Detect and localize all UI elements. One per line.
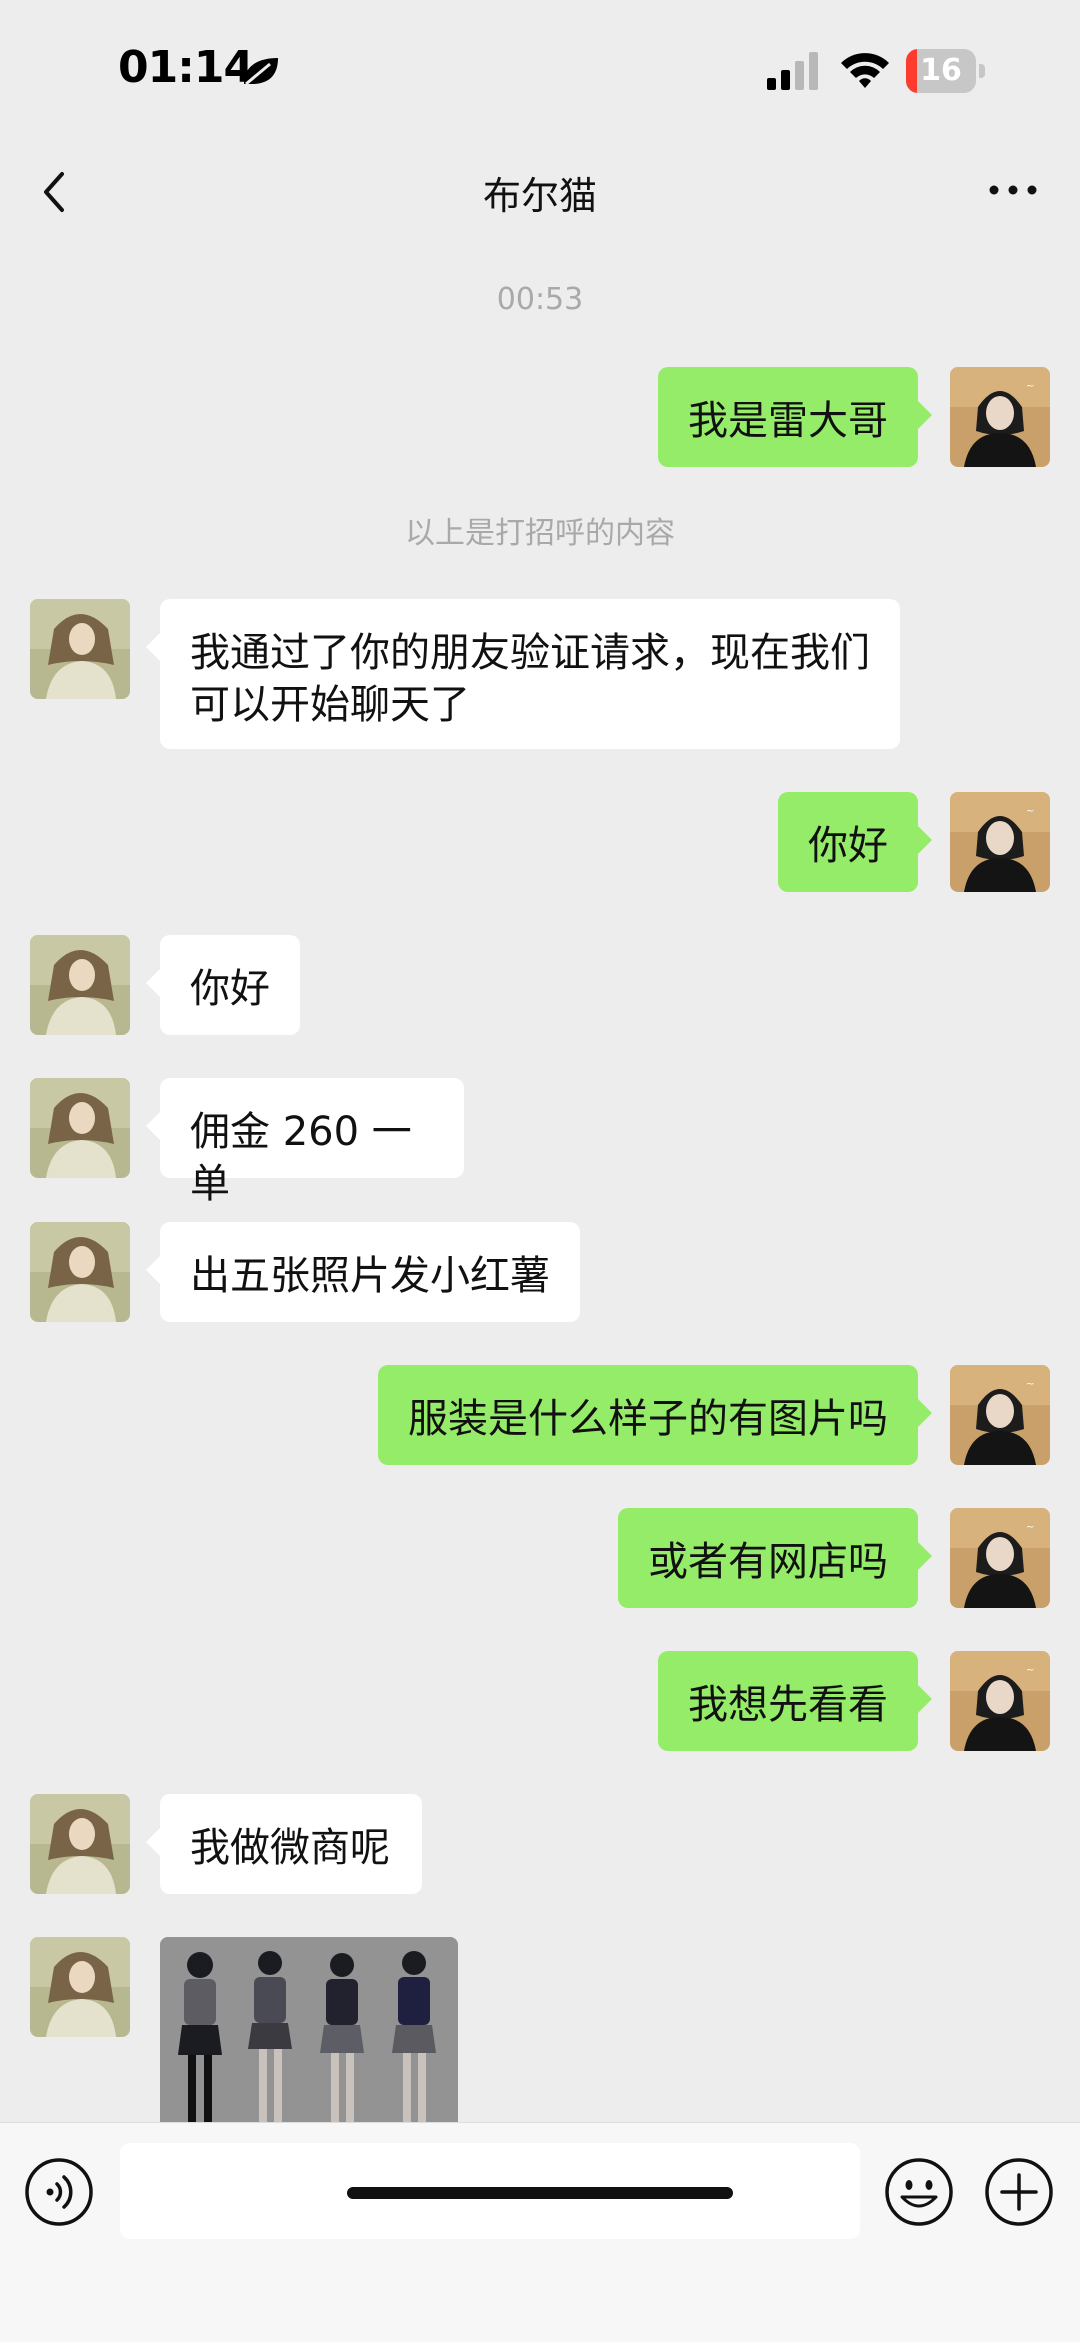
outgoing-message-bubble[interactable]: 服装是什么样子的有图片吗 xyxy=(378,1365,932,1465)
message-input-bar xyxy=(0,2122,1080,2342)
incoming-message-bubble[interactable]: 出五张照片发小红薯 xyxy=(146,1222,580,1322)
voice-input-icon[interactable] xyxy=(24,2157,94,2227)
contact-avatar[interactable] xyxy=(30,1794,130,1894)
contact-avatar[interactable] xyxy=(30,935,130,1035)
emoji-icon[interactable] xyxy=(884,2157,954,2227)
svg-text:~: ~ xyxy=(1026,1522,1034,1533)
plus-more-icon[interactable] xyxy=(984,2157,1054,2227)
incoming-message-bubble[interactable]: 你好 xyxy=(146,935,300,1035)
clothing-photo-message[interactable] xyxy=(160,1937,458,2122)
svg-text:~: ~ xyxy=(1026,381,1034,392)
my-avatar[interactable]: ~ xyxy=(950,1365,1050,1465)
battery-percent: 16 xyxy=(920,53,962,88)
outgoing-message-bubble[interactable]: 或者有网店吗 xyxy=(618,1508,932,1608)
contact-avatar[interactable] xyxy=(30,599,130,699)
timestamp-label: 00:53 xyxy=(496,282,584,317)
status-time: 01:14 xyxy=(118,42,254,93)
outgoing-message-bubble[interactable]: 你好 xyxy=(778,792,932,892)
svg-text:~: ~ xyxy=(1026,806,1034,817)
incoming-message-bubble[interactable]: 我做微商呢 xyxy=(146,1794,422,1894)
battery-icon: 16 xyxy=(906,49,986,93)
my-avatar[interactable]: ~ xyxy=(950,792,1050,892)
more-options-icon[interactable] xyxy=(985,162,1041,218)
chat-message-list[interactable]: 00:53 我是雷大哥 ~ 以上是打招呼的内容 我通过了你的朋友验证请求，现在我… xyxy=(0,240,1080,2122)
svg-text:~: ~ xyxy=(1026,1665,1034,1676)
cellular-signal-icon xyxy=(767,52,818,90)
greeting-note-label: 以上是打招呼的内容 xyxy=(405,516,675,551)
outgoing-message-bubble[interactable]: 我是雷大哥 xyxy=(658,367,932,467)
contact-avatar[interactable] xyxy=(30,1078,130,1178)
chat-header: 布尔猫 xyxy=(0,140,1080,240)
outgoing-message-bubble[interactable]: 我想先看看 xyxy=(658,1651,932,1751)
svg-text:~: ~ xyxy=(1026,1379,1034,1390)
home-indicator xyxy=(347,2187,733,2199)
wifi-icon xyxy=(841,53,889,88)
contact-avatar[interactable] xyxy=(30,1222,130,1322)
my-avatar[interactable]: ~ xyxy=(950,367,1050,467)
focus-leaf-icon xyxy=(244,58,278,86)
my-avatar[interactable]: ~ xyxy=(950,1651,1050,1751)
status-bar: 01:14 16 xyxy=(0,0,1080,130)
my-avatar[interactable]: ~ xyxy=(950,1508,1050,1608)
contact-avatar[interactable] xyxy=(30,1937,130,2037)
contact-name-title: 布尔猫 xyxy=(482,174,597,218)
incoming-message-bubble[interactable]: 佣金 260 一单 xyxy=(146,1078,464,1207)
incoming-message-bubble[interactable]: 我通过了你的朋友验证请求，现在我们可以开始聊天了 xyxy=(146,599,900,749)
